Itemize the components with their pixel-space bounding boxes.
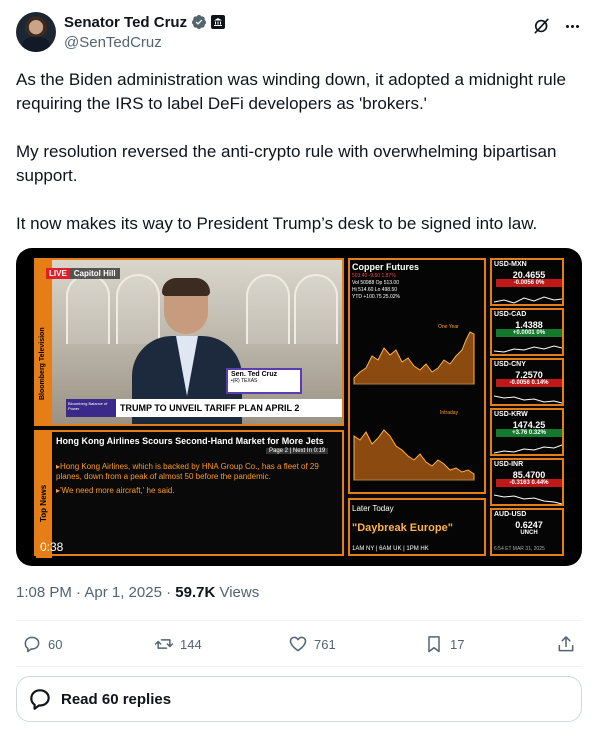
tweet-paragraph: It now makes its way to President Trump’… [16,214,538,233]
fx-pair: AUD-USD [494,511,527,518]
chart-stats: 503.40 -9.60 1.87% Vol 50988 Op 513.00 H… [352,273,400,301]
top-news-panel: Top News Hong Kong Airlines Scours Secon… [34,430,344,558]
reply-count: 60 [48,636,63,652]
chyron-name: Sen. Ted Cruz [231,371,278,378]
location-label: Capitol Hill [69,268,120,279]
tweet-header: Senator Ted Cruz @SenTedCruz [16,12,582,56]
chart-title: Copper Futures [352,262,420,272]
repost-count: 144 [180,636,202,652]
later-title: Later Today [352,504,394,513]
author-handle[interactable]: @SenTedCruz [64,34,162,51]
verified-badge-icon [192,15,207,29]
video-player[interactable]: Bloomberg Television LIVE Capitol Hill S… [16,248,582,566]
tweet-text: As the Biden administration was winding … [16,68,582,260]
replies-bubble-icon [30,689,50,710]
tweet-paragraph: As the Biden administration was winding … [16,70,566,113]
fx-sparkline [494,345,562,353]
views-count: 59.7K [175,584,216,601]
later-show: "Daybreak Europe" [352,522,453,534]
bookmark-button[interactable]: 17 [424,634,464,654]
fx-tile: USD-INR 85.4700 -0.3163 0.44% [490,458,564,506]
news-side-label: Top News [39,484,48,522]
repost-icon [154,639,174,649]
repost-button[interactable]: 144 [154,634,202,654]
fx-change: +3.76 0.32% [496,429,562,437]
grok-icon[interactable] [532,16,552,36]
bloomberg-side-tab: Bloomberg Television [36,260,52,424]
news-body: ▸Hong Kong Airlines, which is backed by … [56,462,342,500]
chart-stat-line: Vol 50988 Op 513.00 [352,280,399,286]
news-bullet: ▸'We need more aircraft,' he said. [56,486,175,495]
live-video-panel: Bloomberg Television LIVE Capitol Hill S… [34,258,344,426]
fx-change: -0.0056 0.14% [496,379,562,387]
share-button[interactable] [556,634,576,654]
later-today-panel: Later Today "Daybreak Europe" 1AM NY | 6… [348,498,486,556]
divider [16,620,582,621]
fx-pair: USD-CAD [494,311,527,318]
headline-bar: Bloomberg Balance of Power TRUMP TO UNVE… [66,398,342,418]
avatar[interactable] [16,12,56,52]
read-replies-label: Read 60 replies [61,690,172,708]
headline-text: TRUMP TO UNVEIL TARIFF PLAN APRIL 2 [116,399,342,417]
action-bar: 60 144 761 17 [16,628,582,662]
reply-button[interactable]: 60 [22,634,62,654]
fx-sparkline [494,395,562,404]
bloomberg-frame: Bloomberg Television LIVE Capitol Hill S… [34,258,564,558]
chart-stat-line: YTD +100.75 25.02% [352,294,400,300]
fx-tile: USD-CAD 1.4388 +0.0001 0% [490,308,564,356]
chart-stat-line: 503.40 -9.60 1.87% [352,273,396,279]
tweet-paragraph: My resolution reversed the anti-crypto r… [16,142,557,185]
side-brand-label: Bloomberg Television [39,327,46,400]
fx-footer-time: 6:54 ET MAR 31, 2025 [494,546,545,552]
bookmark-icon [428,636,440,653]
intraday-area [353,429,475,481]
intraday-label: Intraday [440,410,459,416]
copper-chart-panel: One Year Intraday Copper Futures 503.40 … [348,258,486,494]
news-bullet: ▸Hong Kong Airlines, which is backed by … [56,462,319,481]
name-chyron: Sen. Ted Cruz •(R) TEXAS [226,368,302,394]
fx-sparkline [494,296,562,304]
fx-sparkline [494,444,562,454]
like-count: 761 [314,636,336,652]
fx-change: -0.0056 0% [496,279,562,287]
live-label: LIVE [46,268,70,279]
one-year-label: One Year [438,324,459,330]
fx-pair: USD-CNY [494,361,526,368]
government-badge-icon [211,15,226,29]
fx-sparkline [494,494,562,505]
news-title: Hong Kong Airlines Scours Second-Hand Ma… [56,436,324,446]
later-times: 1AM NY | 6AM UK | 1PM HK [352,546,429,552]
tweet-meta: 1:08 PM · Apr 1, 2025 · 59.7K Views [16,584,259,601]
reply-icon [24,636,40,653]
news-page: Page 2 | Next In 0:19 [266,448,329,454]
share-icon [558,636,574,652]
author-name-row: Senator Ted Cruz [64,12,226,32]
read-replies-button[interactable]: Read 60 replies [16,676,582,722]
fx-change: +0.0001 0% [496,329,562,337]
fx-tile: USD-KRW 1474.25 +3.76 0.32% [490,408,564,456]
bookmark-count: 17 [450,636,465,652]
fx-tile: AUD-USD 0.6247 UNCH 6:54 ET MAR 31, 2025 [490,508,564,556]
fx-change: -0.3163 0.44% [496,479,562,487]
chyron-title: •(R) TEXAS [231,378,258,384]
fx-tile: USD-CNY 7.2570 -0.0056 0.14% [490,358,564,406]
fx-pair: USD-KRW [494,411,528,418]
heart-icon [289,636,307,652]
divider [16,666,582,667]
fx-rates-column: USD-MXN 20.4655 -0.0056 0% USD-CAD 1.438… [490,258,564,556]
fx-change: UNCH [520,530,538,536]
fx-pair: USD-MXN [494,261,527,268]
one-year-area [353,331,475,385]
fx-pair: USD-INR [494,461,524,468]
chart-stat-line: Hi 514.60 Lo 498.50 [352,287,398,293]
fx-tile: USD-MXN 20.4655 -0.0056 0% [490,258,564,306]
live-tag: LIVE Capitol Hill [46,268,120,279]
tweet-timestamp[interactable]: 1:08 PM · Apr 1, 2025 · [16,584,175,601]
like-button[interactable]: 761 [288,634,336,654]
views-label: Views [215,584,260,601]
author-name[interactable]: Senator Ted Cruz [64,14,187,31]
video-duration: 0:38 [40,540,64,554]
more-options-icon[interactable] [562,16,582,36]
headline-logo: Bloomberg Balance of Power [66,399,116,417]
